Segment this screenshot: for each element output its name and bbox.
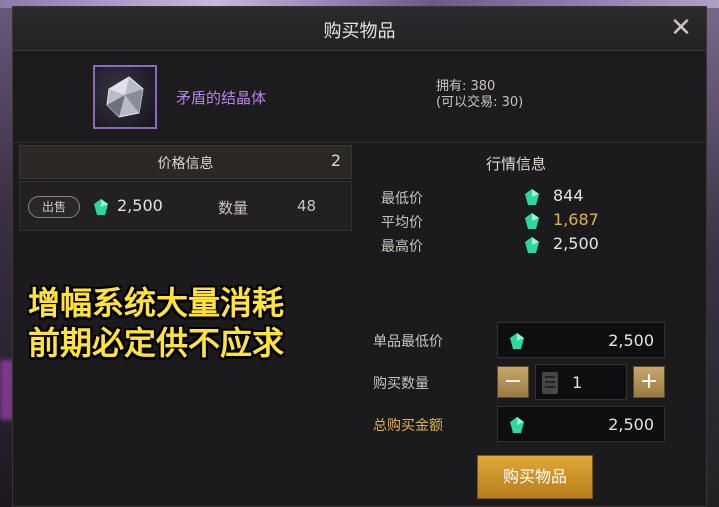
increase-quantity-button[interactable]: + — [633, 366, 665, 398]
market-highest: 最高价 2,500 — [359, 233, 673, 257]
market-average: 平均价 1,687 — [359, 209, 673, 233]
quantity-label: 购买数量 — [373, 376, 429, 392]
buy-button[interactable]: 购买物品 — [477, 455, 593, 499]
gem-icon — [510, 333, 524, 349]
window-title: 购买物品 — [323, 21, 396, 42]
price-info-panel: 价格信息 2 出售 2,500 数量 48 — [19, 145, 352, 235]
quantity-value: 1 — [572, 373, 583, 392]
gem-icon — [510, 417, 524, 433]
market-lowest: 最低价 844 — [359, 185, 673, 209]
price-listing-count: 2 — [330, 151, 341, 170]
market-highest-value: 2,500 — [553, 234, 599, 253]
titlebar: 购买物品 ✕ — [13, 7, 706, 51]
item-name: 矛盾的结晶体 — [176, 89, 267, 107]
caption-line-1: 增幅系统大量消耗 — [28, 284, 285, 322]
total-field: 2,500 — [497, 406, 665, 442]
video-caption: 增幅系统大量消耗 前期必定供不应求 — [28, 283, 358, 363]
unit-price-value: 2,500 — [608, 331, 654, 350]
sell-badge: 出售 — [28, 196, 80, 218]
gem-icon — [525, 237, 539, 253]
price-info-title: 价格信息 — [157, 156, 214, 172]
item-row: 矛盾的结晶体 拥有: 380 (可以交易: 30) — [13, 51, 706, 143]
gem-icon — [525, 189, 539, 205]
caption-line-2: 前期必定供不应求 — [28, 324, 285, 362]
calculator-icon[interactable] — [542, 372, 558, 394]
market-lowest-label: 最低价 — [381, 191, 423, 207]
total-value: 2,500 — [608, 415, 654, 434]
total-row: 总购买金额 2,500 — [359, 406, 689, 442]
crystal-item-icon[interactable] — [93, 65, 157, 129]
purchase-window: 购买物品 ✕ 矛盾的结晶体 拥有: 380 (可以交易: 30) 价格信息 2 … — [12, 6, 707, 507]
price-listing-row[interactable]: 出售 2,500 数量 48 — [19, 181, 352, 231]
close-icon[interactable]: ✕ — [668, 15, 694, 41]
gem-icon — [525, 213, 539, 229]
listing-qty: 48 — [297, 197, 317, 215]
background-right — [705, 0, 719, 507]
listing-qty-label: 数量 — [218, 199, 249, 217]
quantity-stepper[interactable]: 1 — [535, 364, 627, 400]
owned-info: 拥有: 380 (可以交易: 30) — [436, 79, 523, 111]
total-label: 总购买金额 — [373, 418, 443, 434]
market-lowest-value: 844 — [553, 186, 584, 205]
market-average-value: 1,687 — [553, 210, 599, 229]
tradable-count: (可以交易: 30) — [436, 95, 524, 110]
market-info-title: 行情信息 — [485, 155, 546, 173]
decrease-quantity-button[interactable]: − — [497, 366, 529, 398]
owned-count: 拥有: 380 — [436, 79, 496, 94]
unit-price-field: 2,500 — [497, 322, 665, 358]
quantity-row: 购买数量 − 1 + — [359, 364, 689, 400]
market-highest-label: 最高价 — [381, 239, 423, 255]
price-info-header: 价格信息 2 — [19, 145, 352, 179]
gem-icon — [94, 199, 108, 215]
listing-price: 2,500 — [117, 196, 163, 215]
market-average-label: 平均价 — [381, 215, 423, 231]
unit-price-row: 单品最低价 2,500 — [359, 322, 689, 358]
market-info-panel: 行情信息 最低价 844 平均价 1,687 最高价 2,500 — [359, 145, 673, 269]
unit-price-label: 单品最低价 — [373, 334, 443, 350]
